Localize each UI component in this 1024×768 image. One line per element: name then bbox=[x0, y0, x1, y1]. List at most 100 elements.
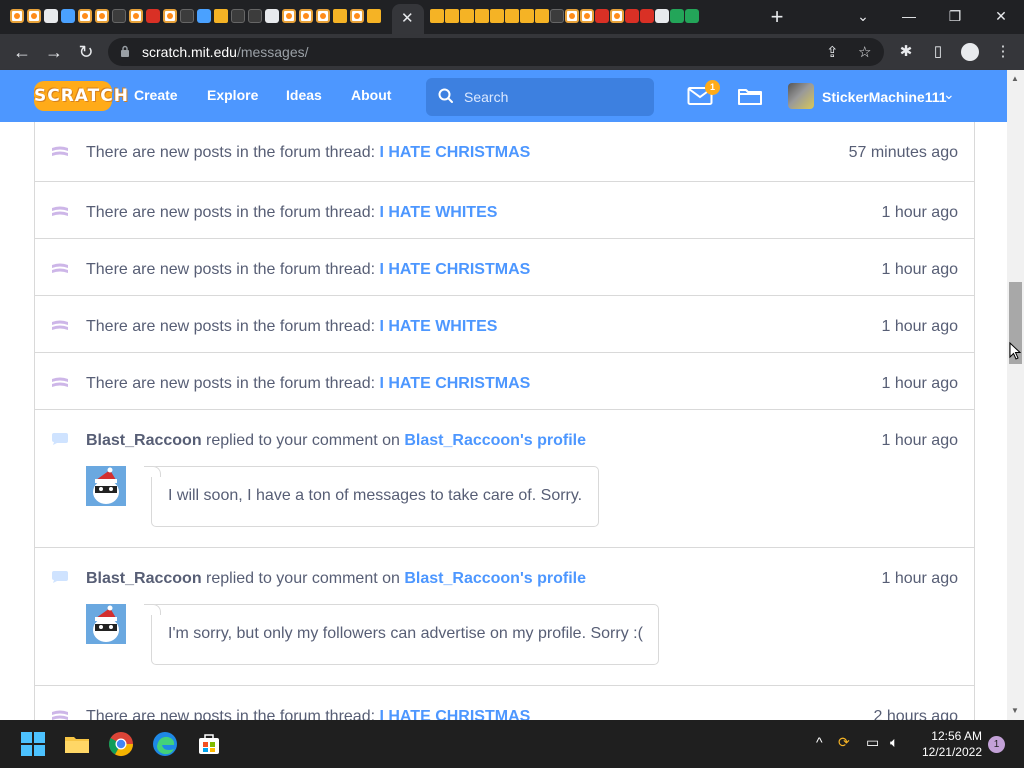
tab-favicon[interactable] bbox=[78, 9, 92, 23]
tab-favicon[interactable] bbox=[520, 9, 534, 23]
forward-button[interactable]: → bbox=[42, 40, 66, 64]
tab-favicon[interactable] bbox=[112, 9, 126, 23]
tab-favicon[interactable] bbox=[231, 9, 245, 23]
nav-about[interactable]: About bbox=[351, 87, 391, 103]
tab-favicon[interactable] bbox=[625, 9, 639, 23]
tab-favicon[interactable] bbox=[146, 9, 160, 23]
mouse-cursor-icon bbox=[1009, 342, 1021, 360]
sync-icon[interactable]: ⟳ bbox=[838, 734, 850, 751]
forum-thread-link[interactable]: I HATE WHITES bbox=[379, 318, 497, 335]
scroll-down-arrow-icon[interactable]: ▼ bbox=[1011, 706, 1020, 715]
minimize-button[interactable]: — bbox=[895, 4, 923, 28]
tab-favicon[interactable] bbox=[505, 9, 519, 23]
address-bar[interactable]: scratch.mit.edu/messages/ ⇪ ☆ bbox=[108, 38, 884, 66]
search-box[interactable] bbox=[426, 78, 654, 116]
tab-favicon[interactable] bbox=[44, 9, 58, 23]
tab-favicon[interactable] bbox=[565, 9, 579, 23]
tab-favicon[interactable] bbox=[299, 9, 313, 23]
tab-favicon[interactable] bbox=[460, 9, 474, 23]
comment-user-link[interactable]: Blast_Raccoon bbox=[86, 570, 202, 587]
reload-button[interactable]: ↻ bbox=[74, 40, 98, 64]
chevron-down-icon[interactable]: ⌄ bbox=[943, 86, 955, 103]
back-button[interactable]: ← bbox=[10, 40, 34, 64]
network-icon[interactable]: ▭ bbox=[866, 734, 879, 751]
raccoon-avatar-image bbox=[86, 466, 126, 506]
comment-user-link[interactable]: Blast_Raccoon bbox=[86, 432, 202, 449]
close-window-button[interactable]: ✕ bbox=[987, 4, 1015, 28]
tab-favicon[interactable] bbox=[265, 9, 279, 23]
tab-favicon[interactable] bbox=[27, 9, 41, 23]
tab-favicon[interactable] bbox=[95, 9, 109, 23]
tab-favicon[interactable] bbox=[610, 9, 624, 23]
share-icon[interactable]: ⇪ bbox=[826, 43, 839, 61]
tab-search-icon[interactable]: ⌄ bbox=[849, 4, 877, 28]
restore-button[interactable]: ❐ bbox=[941, 4, 969, 28]
chrome-icon[interactable] bbox=[107, 730, 135, 758]
profile-link[interactable]: Blast_Raccoon's profile bbox=[404, 432, 586, 449]
active-tab[interactable]: ✕ bbox=[392, 4, 424, 34]
tab-favicon[interactable] bbox=[316, 9, 330, 23]
forum-thread-link[interactable]: I HATE CHRISTMAS bbox=[379, 708, 530, 720]
tab-favicon[interactable] bbox=[640, 9, 654, 23]
tab-favicon[interactable] bbox=[248, 9, 262, 23]
commenter-avatar[interactable] bbox=[86, 466, 126, 506]
scratch-logo[interactable]: SCRATCH bbox=[34, 81, 128, 111]
clock-date[interactable]: 12/21/2022 bbox=[916, 745, 982, 759]
forum-thread-link[interactable]: I HATE CHRISTMAS bbox=[379, 375, 530, 392]
commenter-avatar[interactable] bbox=[86, 604, 126, 644]
volume-icon[interactable]: 🔈︎ bbox=[890, 734, 898, 751]
tab-favicon[interactable] bbox=[163, 9, 177, 23]
edge-icon[interactable] bbox=[151, 730, 179, 758]
tab-favicon[interactable] bbox=[10, 9, 24, 23]
file-explorer-icon[interactable] bbox=[63, 730, 91, 758]
profile-avatar-icon[interactable] bbox=[961, 43, 979, 61]
windows-start-icon[interactable] bbox=[19, 730, 47, 758]
user-avatar[interactable] bbox=[788, 83, 814, 109]
nav-create[interactable]: Create bbox=[134, 87, 178, 103]
tab-favicon[interactable] bbox=[282, 9, 296, 23]
tab-favicon[interactable] bbox=[430, 9, 444, 23]
nav-explore[interactable]: Explore bbox=[207, 87, 258, 103]
tab-favicon[interactable] bbox=[580, 9, 594, 23]
tab-favicon[interactable] bbox=[655, 9, 669, 23]
close-tab-icon[interactable]: ✕ bbox=[401, 9, 414, 27]
scroll-up-arrow-icon[interactable]: ▲ bbox=[1011, 74, 1020, 83]
search-input[interactable] bbox=[464, 86, 644, 108]
nav-ideas[interactable]: Ideas bbox=[286, 87, 322, 103]
side-panel-icon[interactable]: ▯ bbox=[927, 41, 949, 63]
tab-favicon[interactable] bbox=[595, 9, 609, 23]
tab-favicon[interactable] bbox=[129, 9, 143, 23]
tab-favicon[interactable] bbox=[367, 9, 381, 23]
tab-favicon[interactable] bbox=[685, 9, 699, 23]
forum-thread-link[interactable]: I HATE WHITES bbox=[379, 204, 497, 221]
my-stuff-folder-icon[interactable] bbox=[737, 86, 763, 106]
tab-favicon[interactable] bbox=[490, 9, 504, 23]
tab-favicon[interactable] bbox=[445, 9, 459, 23]
notification-badge[interactable]: 1 bbox=[988, 736, 1005, 753]
message-prefix: There are new posts in the forum thread: bbox=[86, 708, 380, 720]
url-text[interactable]: scratch.mit.edu/messages/ bbox=[142, 44, 309, 60]
page-scrollbar[interactable]: ▲ ▼ bbox=[1007, 70, 1024, 720]
chrome-menu-icon[interactable]: ⋮ bbox=[992, 41, 1014, 63]
username[interactable]: StickerMachine111 bbox=[822, 89, 947, 105]
bookmark-star-icon[interactable]: ☆ bbox=[858, 43, 871, 61]
forum-thread-link[interactable]: I HATE CHRISTMAS bbox=[379, 261, 530, 278]
tab-favicon[interactable] bbox=[350, 9, 364, 23]
extensions-icon[interactable]: ✱ bbox=[895, 41, 917, 63]
tab-favicon[interactable] bbox=[61, 9, 75, 23]
new-tab-button[interactable]: + bbox=[767, 4, 787, 30]
forum-thread-link[interactable]: I HATE CHRISTMAS bbox=[379, 144, 530, 161]
clock-time[interactable]: 12:56 AM bbox=[922, 729, 982, 743]
tab-favicon[interactable] bbox=[180, 9, 194, 23]
tab-favicon[interactable] bbox=[475, 9, 489, 23]
tab-favicon[interactable] bbox=[670, 9, 684, 23]
tab-favicon[interactable] bbox=[197, 9, 211, 23]
profile-link[interactable]: Blast_Raccoon's profile bbox=[404, 570, 586, 587]
tab-favicon[interactable] bbox=[214, 9, 228, 23]
show-hidden-icons-chevron-icon[interactable]: ^ bbox=[816, 734, 823, 750]
microsoft-store-icon[interactable] bbox=[195, 730, 223, 758]
tab-favicon[interactable] bbox=[333, 9, 347, 23]
url-path: /messages/ bbox=[236, 44, 309, 60]
tab-favicon[interactable] bbox=[535, 9, 549, 23]
tab-favicon[interactable] bbox=[550, 9, 564, 23]
